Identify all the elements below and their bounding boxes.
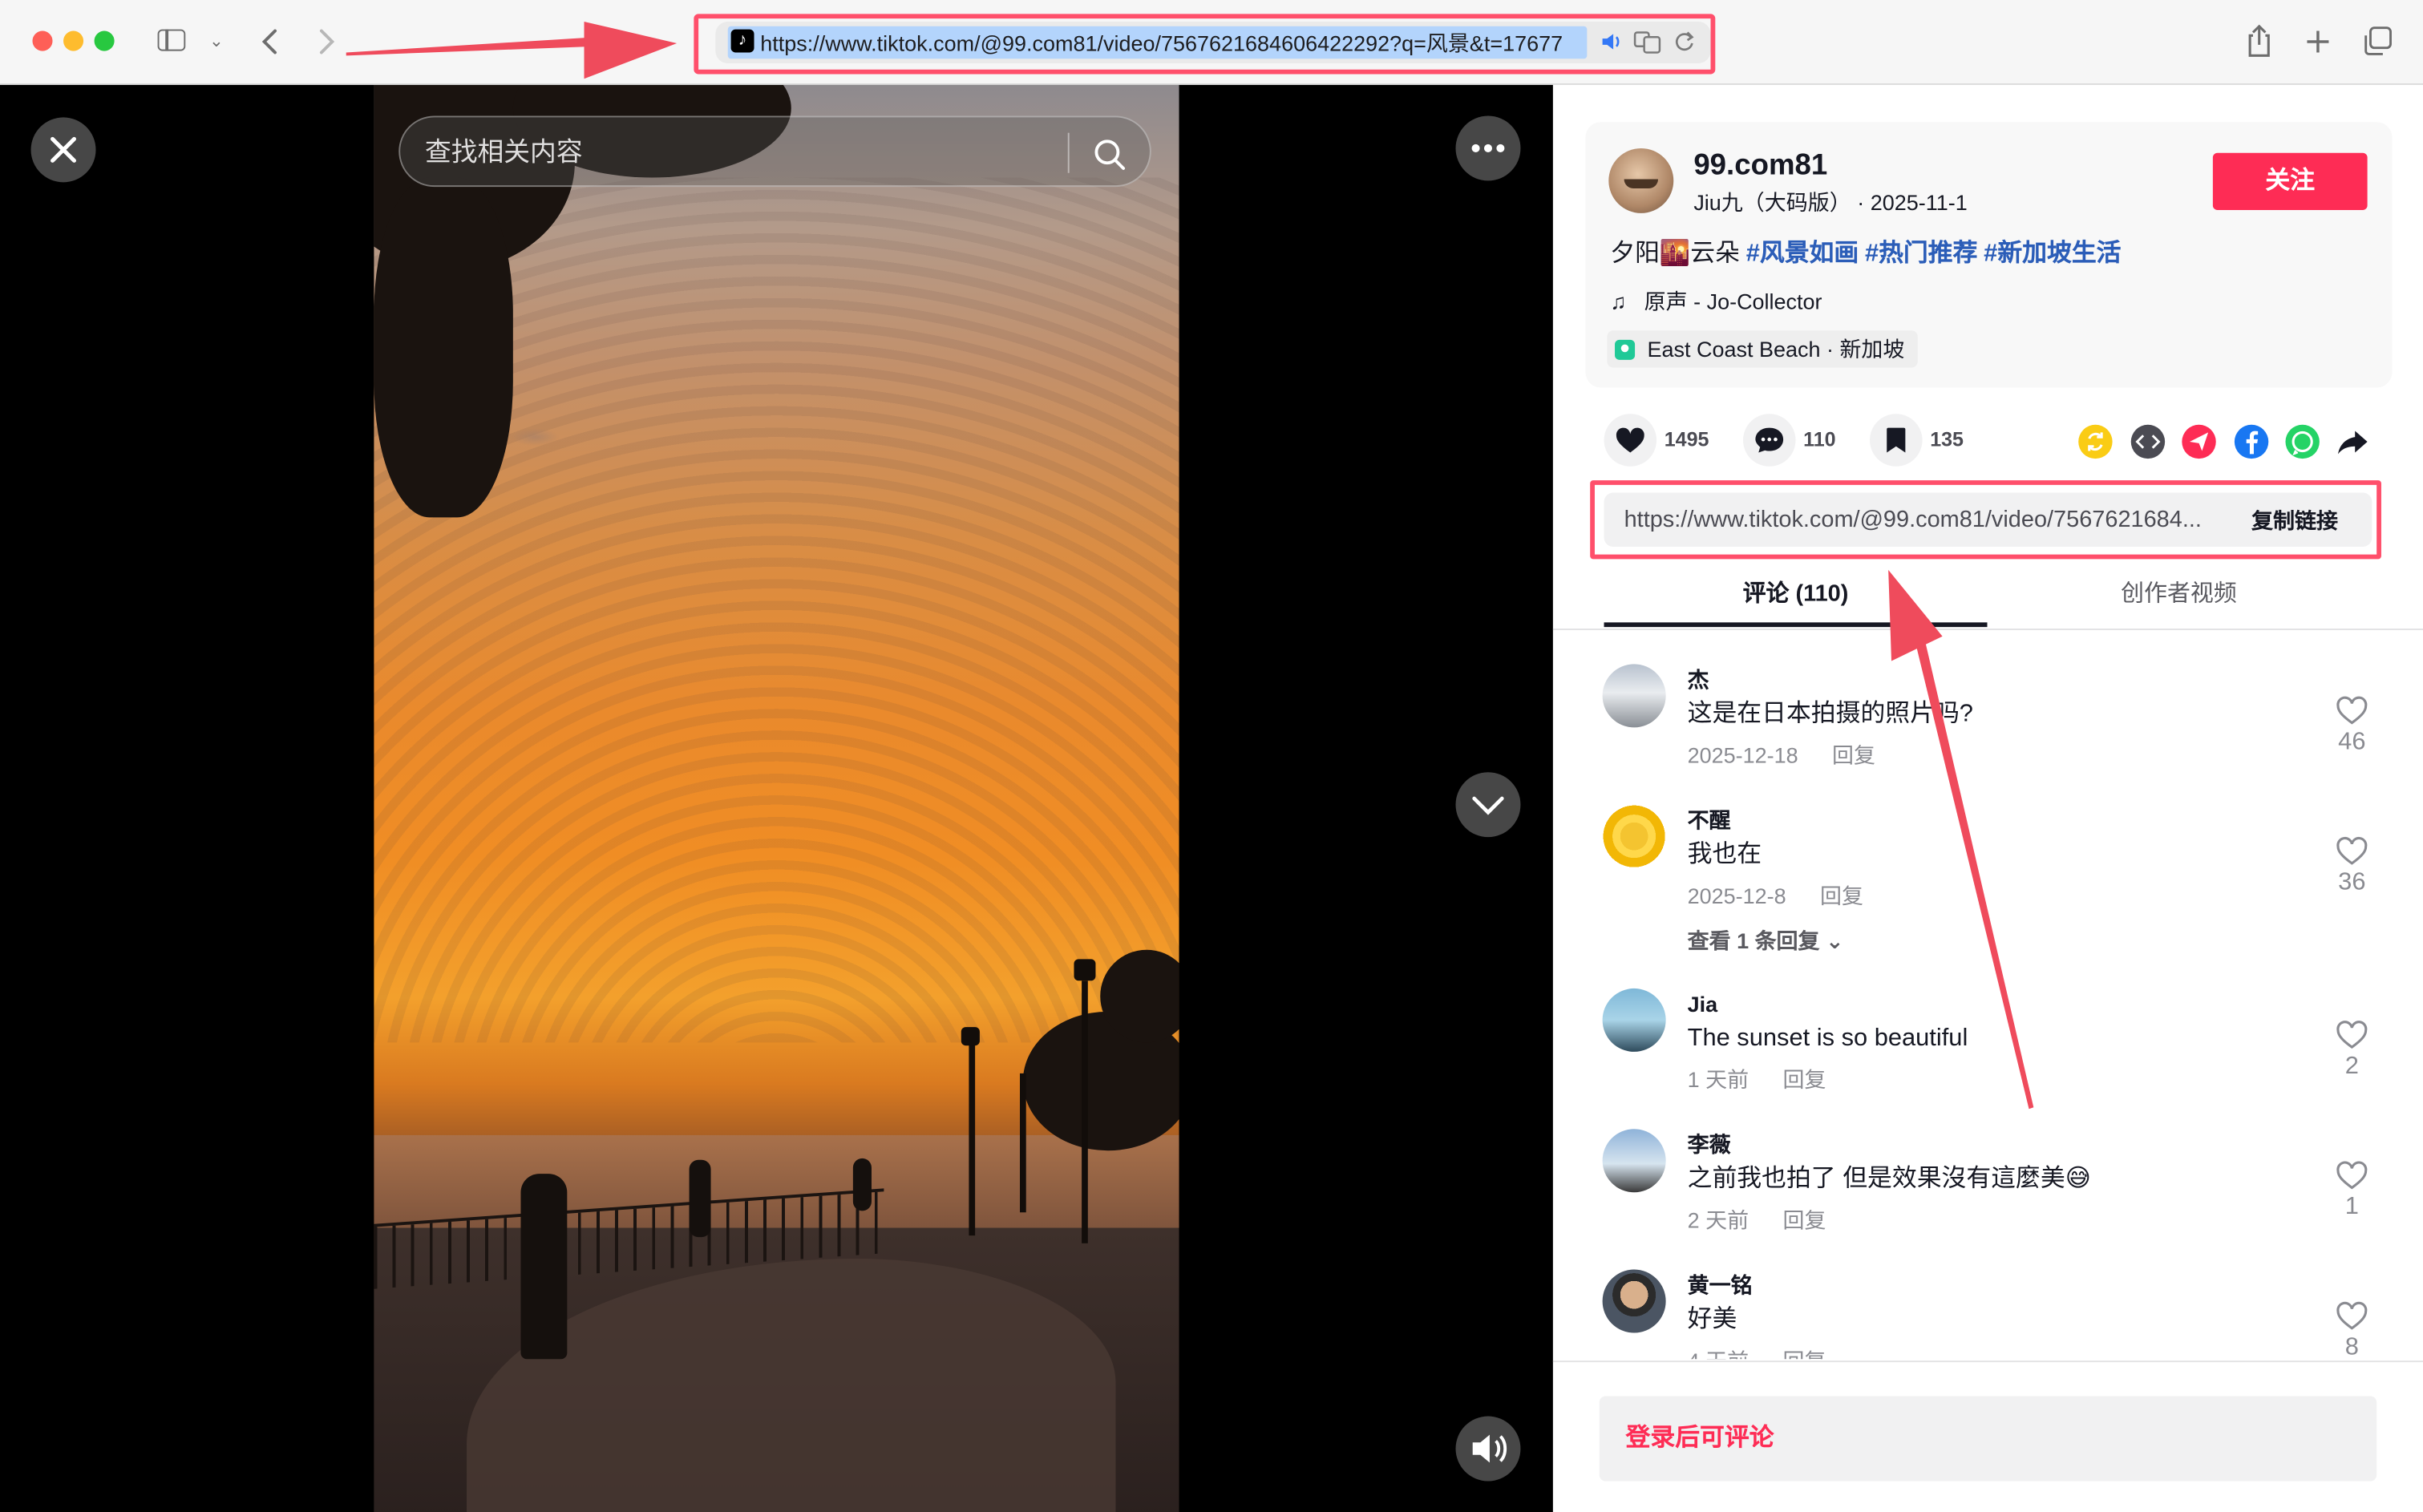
like-count: 46 bbox=[2338, 729, 2366, 756]
comment-like[interactable]: 8 bbox=[2328, 1300, 2375, 1359]
view-replies-button[interactable]: 查看 1 条回复 ⌄ bbox=[1688, 925, 1844, 956]
tab-creator-videos[interactable]: 创作者视频 bbox=[1988, 579, 2371, 610]
heart-icon[interactable] bbox=[1604, 414, 1657, 467]
caption-text: 夕阳🌇云朵 bbox=[1610, 241, 1741, 268]
post-info-card: 99.com81 Jiu九（大码版） · 2025-11-1 关注 夕阳🌇云朵 #… bbox=[1585, 122, 2393, 388]
heart-outline-icon[interactable] bbox=[2335, 1019, 2368, 1050]
reply-button[interactable]: 回复 bbox=[1820, 883, 1863, 908]
username[interactable]: 99.com81 bbox=[1693, 148, 1827, 185]
follow-button[interactable]: 关注 bbox=[2212, 152, 2368, 210]
facebook-icon[interactable] bbox=[2234, 424, 2269, 459]
reply-button[interactable]: 回复 bbox=[1832, 743, 1875, 768]
send-icon[interactable] bbox=[2182, 424, 2216, 459]
comment-text: The sunset is so beautiful bbox=[1687, 1025, 1968, 1052]
comment-author[interactable]: 黄一铭 bbox=[1688, 1270, 1753, 1301]
video-details-panel: 99.com81 Jiu九（大码版） · 2025-11-1 关注 夕阳🌇云朵 #… bbox=[1552, 84, 2423, 1512]
active-tab-indicator bbox=[1604, 622, 1988, 628]
bookmark-icon[interactable] bbox=[1870, 414, 1923, 467]
comment-author[interactable]: 不醒 bbox=[1688, 805, 1731, 836]
repost-icon[interactable] bbox=[2078, 424, 2113, 459]
comment-like[interactable]: 46 bbox=[2328, 695, 2375, 760]
reply-button[interactable]: 回复 bbox=[1782, 1207, 1826, 1232]
avatar[interactable] bbox=[1602, 664, 1666, 728]
forward-button[interactable] bbox=[312, 25, 340, 59]
heart-outline-icon[interactable] bbox=[2335, 695, 2368, 726]
post-caption: 夕阳🌇云朵 #风景如画 #热门推荐 #新加坡生活 bbox=[1610, 238, 2121, 272]
chevron-down-icon: ⌄ bbox=[1826, 928, 1844, 953]
location-pin-icon bbox=[1615, 339, 1636, 360]
sunset-video-frame bbox=[374, 84, 1179, 1512]
comment-author[interactable]: 杰 bbox=[1688, 664, 1709, 695]
back-button[interactable] bbox=[257, 25, 285, 59]
comment-author[interactable]: Jia bbox=[1688, 988, 1718, 1020]
volume-button[interactable] bbox=[1455, 1416, 1521, 1482]
avatar[interactable] bbox=[1602, 1129, 1666, 1193]
minimize-window-button[interactable] bbox=[63, 30, 84, 51]
comment-list[interactable]: 杰 这是在日本拍摄的照片吗? 2025-12-18 回复 46 不醒 我也在 20… bbox=[1553, 649, 2423, 1359]
copy-link-annotation-box bbox=[1590, 480, 2381, 560]
tab-overview-icon[interactable] bbox=[2361, 23, 2395, 60]
comment-meta: 2025-12-18 回复 bbox=[1687, 742, 1876, 768]
comment-like[interactable]: 36 bbox=[2328, 835, 2375, 900]
whatsapp-icon[interactable] bbox=[2285, 424, 2320, 459]
sidebar-toggle-icon[interactable] bbox=[155, 25, 188, 59]
nickname-date: Jiu九（大码版） · 2025-11-1 bbox=[1693, 187, 1967, 218]
video-search-bar[interactable]: 查找相关内容 bbox=[398, 115, 1151, 188]
url-annotation-box bbox=[694, 14, 1716, 75]
login-prompt: 登录后可评论 bbox=[1625, 1425, 1774, 1452]
reply-button[interactable]: 回复 bbox=[1782, 1067, 1826, 1092]
comment-meta: 2025-12-8 回复 bbox=[1687, 883, 1863, 908]
browser-toolbar: ⌄ ♪ https://www.tiktok.com/@99.com81/vid… bbox=[0, 0, 2423, 85]
comment-bubble-icon[interactable] bbox=[1742, 414, 1796, 467]
comment-text: 之前我也拍了 但是效果沒有這麼美😅 bbox=[1687, 1166, 2091, 1193]
divider bbox=[1552, 1360, 2423, 1363]
hashtag-link[interactable]: #新加坡生活 bbox=[1984, 241, 2121, 268]
heart-outline-icon[interactable] bbox=[2335, 1160, 2368, 1191]
embed-icon[interactable] bbox=[2130, 424, 2166, 459]
location-chip[interactable]: East Coast Beach · 新加坡 bbox=[1607, 330, 1917, 368]
heart-outline-icon[interactable] bbox=[2335, 1300, 2368, 1332]
comment-meta: 4 天前回复 bbox=[1688, 1345, 1826, 1359]
search-placeholder: 查找相关内容 bbox=[425, 137, 583, 168]
like-count: 1 bbox=[2344, 1194, 2359, 1220]
next-video-button[interactable] bbox=[1455, 772, 1521, 838]
zoom-window-button[interactable] bbox=[94, 30, 115, 51]
share-icon[interactable] bbox=[2243, 23, 2276, 60]
comment-author[interactable]: 李薇 bbox=[1688, 1129, 1731, 1160]
hashtag-link[interactable]: #热门推荐 bbox=[1865, 241, 1978, 268]
avatar[interactable] bbox=[1608, 148, 1674, 213]
comment-like[interactable]: 1 bbox=[2328, 1160, 2375, 1225]
avatar[interactable] bbox=[1602, 1269, 1666, 1333]
comment-meta: 2 天前 回复 bbox=[1687, 1207, 1826, 1233]
avatar[interactable] bbox=[1602, 804, 1666, 868]
close-video-button[interactable] bbox=[30, 117, 96, 183]
like-count: 2 bbox=[2344, 1053, 2359, 1080]
heart-outline-icon[interactable] bbox=[2335, 835, 2368, 867]
nickname[interactable]: Jiu九（大码版） bbox=[1693, 190, 1851, 215]
music-note-icon: ♫ bbox=[1610, 289, 1627, 314]
hashtag-link[interactable]: #风景如画 bbox=[1746, 241, 1859, 268]
comment-like[interactable]: 2 bbox=[2328, 1019, 2375, 1084]
music-link[interactable]: ♫ 原声 - Jo-Collector bbox=[1610, 285, 1822, 317]
post-date: · 2025-11-1 bbox=[1857, 189, 1968, 215]
close-window-button[interactable] bbox=[32, 30, 53, 51]
video-player[interactable]: 查找相关内容 bbox=[0, 84, 1553, 1512]
reply-button[interactable]: 回复 bbox=[1782, 1348, 1826, 1359]
more-options-button[interactable] bbox=[1455, 115, 1521, 181]
comment-meta: 1 天前 回复 bbox=[1687, 1067, 1826, 1093]
comment-text: 我也在 bbox=[1687, 841, 1762, 868]
like-count: 36 bbox=[2338, 869, 2366, 896]
login-to-comment-bar[interactable]: 登录后可评论 bbox=[1599, 1396, 2377, 1482]
comment-text: 这是在日本拍摄的照片吗? bbox=[1687, 701, 1973, 728]
avatar[interactable] bbox=[1602, 988, 1666, 1052]
app-window: ⌄ ♪ https://www.tiktok.com/@99.com81/vid… bbox=[0, 0, 2423, 1512]
chevron-down-icon[interactable]: ⌄ bbox=[207, 25, 225, 59]
new-tab-icon[interactable] bbox=[2301, 23, 2335, 60]
like-count: 8 bbox=[2344, 1334, 2359, 1360]
tab-comments[interactable]: 评论 (110) bbox=[1604, 579, 1988, 610]
share-arrow-icon[interactable] bbox=[2335, 425, 2368, 459]
search-icon[interactable] bbox=[1093, 137, 1127, 171]
panel-tabs: 评论 (110) 创作者视频 bbox=[1552, 567, 2423, 630]
comment-text: 好美 bbox=[1687, 1306, 1737, 1333]
